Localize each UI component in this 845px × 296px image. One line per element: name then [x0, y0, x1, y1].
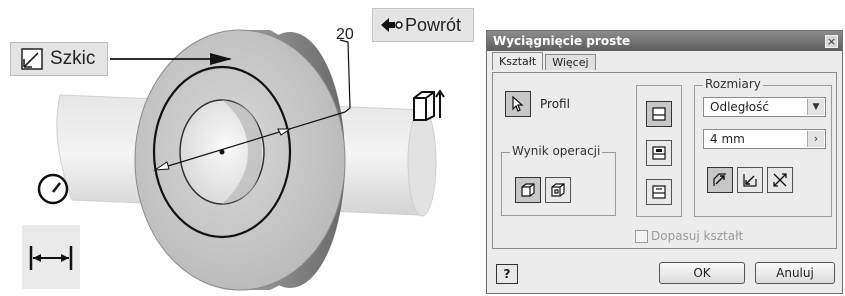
extrude-dialog: Wyciągnięcie proste × Kształt Więcej Pro…	[486, 30, 843, 294]
cancel-button[interactable]: Anuluj	[755, 262, 835, 284]
dialog-titlebar[interactable]: Wyciągnięcie proste ×	[487, 31, 842, 51]
extrude-direction-icon[interactable]	[410, 86, 446, 122]
shape-panel: Profil Wynik operacji Rozmiary Odległość…	[492, 72, 837, 249]
direction-reverse-icon	[743, 174, 757, 187]
close-button[interactable]: ×	[825, 34, 838, 48]
cut-button[interactable]	[646, 140, 672, 166]
direction-2-button[interactable]	[737, 167, 763, 193]
surface-icon	[551, 183, 565, 197]
intersect-button[interactable]	[646, 179, 672, 205]
tab-more[interactable]: Więcej	[545, 54, 596, 70]
return-button[interactable]: Powrót	[372, 8, 474, 42]
profile-label: Profil	[540, 97, 570, 111]
distance-value: 4 mm	[710, 132, 745, 146]
ok-button[interactable]: OK	[659, 262, 745, 284]
dimension-tool-tile[interactable]	[22, 225, 80, 289]
symmetric-button[interactable]	[767, 167, 793, 193]
sketch-button[interactable]: Szkic	[10, 42, 108, 76]
surface-output-button[interactable]	[545, 177, 571, 203]
help-button[interactable]: ?	[496, 264, 518, 284]
extent-dropdown[interactable]: Odległość ▼	[703, 97, 826, 117]
join-icon	[652, 107, 666, 121]
chevron-down-icon: ▼	[807, 99, 824, 115]
cut-icon	[652, 146, 666, 160]
dimension-icon	[29, 246, 73, 270]
direction-1-button[interactable]	[707, 167, 733, 193]
gauge-icon[interactable]	[36, 172, 70, 206]
return-button-label: Powrót	[405, 14, 462, 35]
tab-shape[interactable]: Kształt	[492, 52, 544, 70]
dialog-title: Wyciągnięcie proste	[493, 34, 631, 48]
distance-input[interactable]: 4 mm ›	[703, 129, 826, 149]
return-arrow-icon	[381, 18, 403, 32]
sketch-button-label: Szkic	[50, 48, 96, 69]
match-shape-label: Dopasuj kształt	[651, 229, 744, 243]
intersect-icon	[652, 185, 666, 199]
profile-select-button[interactable]	[505, 91, 531, 117]
match-shape-checkbox[interactable]: Dopasuj kształt	[635, 229, 743, 243]
chevron-right-icon: ›	[807, 131, 824, 147]
direction-forward-icon	[713, 173, 726, 186]
dimensions-group-title: Rozmiary	[703, 77, 763, 91]
solid-output-button[interactable]	[515, 177, 541, 203]
join-button[interactable]	[646, 101, 672, 127]
solid-icon	[521, 183, 535, 197]
dimension-value[interactable]: 20	[336, 26, 354, 44]
operation-group-title: Wynik operacji	[510, 144, 603, 158]
cursor-arrow-icon	[512, 95, 524, 112]
symmetric-icon	[773, 173, 787, 187]
extent-value: Odległość	[710, 100, 769, 114]
sketch-icon	[21, 48, 43, 70]
checkbox-box	[635, 229, 648, 243]
graphics-viewport[interactable]: 20 Szkic Powrót	[0, 0, 480, 296]
dialog-tabs: Kształt Więcej	[492, 52, 598, 70]
